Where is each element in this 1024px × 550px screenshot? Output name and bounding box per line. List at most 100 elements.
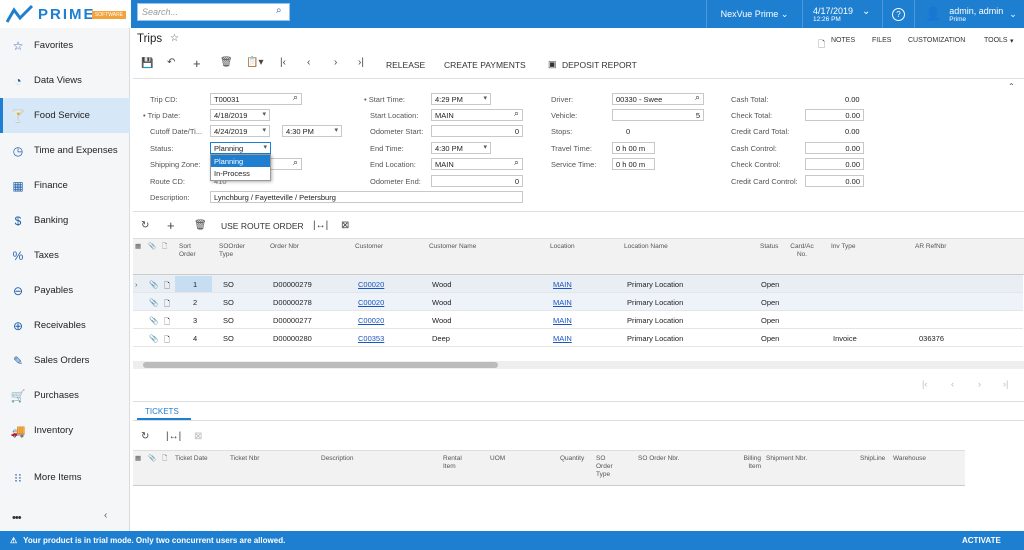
col-shipment-nbr[interactable]: Shipment Nbr. xyxy=(766,455,807,463)
col-location[interactable]: Location xyxy=(550,243,575,251)
cell-sort[interactable]: 1 xyxy=(175,276,212,292)
col-rental-item[interactable]: Rental Item xyxy=(443,455,465,471)
cell-sort[interactable]: 4 xyxy=(193,334,197,343)
attach-icon[interactable]: 📎 xyxy=(149,298,158,307)
previous-record-icon[interactable]: ‹ xyxy=(307,57,310,68)
user-menu[interactable]: 👤 admin, admin Prime ⌄ xyxy=(914,0,1024,28)
sidebar-item-purchases[interactable]: 🛒 Purchases xyxy=(0,378,130,413)
odometer-start-field[interactable]: 0 xyxy=(431,125,523,137)
files-button[interactable]: FILES xyxy=(872,37,891,44)
vehicle-field[interactable]: 5 xyxy=(612,109,704,121)
table-row[interactable]: 📎 🗋 4 SO D00000280 C00353 Deep MAIN Prim… xyxy=(133,329,1023,347)
pager-prev-icon[interactable]: ‹ xyxy=(951,379,954,389)
collapse-sidebar-icon[interactable]: ‹ xyxy=(104,510,107,521)
tools-button[interactable]: TOOLS xyxy=(984,37,1008,44)
cutoff-date-field[interactable]: 4/24/2019 xyxy=(210,125,270,137)
col-quantity[interactable]: Quantity xyxy=(560,455,584,463)
col-so-order-type[interactable]: SOOrder Type xyxy=(219,243,253,259)
driver-field[interactable]: 00330 - Swee xyxy=(612,93,704,105)
status-select[interactable]: Planning xyxy=(210,142,271,154)
end-location-field[interactable]: MAIN xyxy=(431,158,523,170)
sidebar-item-finance[interactable]: ▦ Finance xyxy=(0,168,130,203)
end-time-field[interactable]: 4:30 PM xyxy=(431,142,491,154)
deposit-report-button[interactable]: DEPOSIT REPORT xyxy=(562,60,637,70)
search-input[interactable]: Search... xyxy=(137,3,290,21)
col-order-nbr[interactable]: Order Nbr xyxy=(270,243,299,251)
col-warehouse[interactable]: Warehouse xyxy=(893,455,926,463)
last-record-icon[interactable]: ›| xyxy=(358,57,364,68)
sidebar-item-data-views[interactable]: ◔ Data Views xyxy=(0,63,130,98)
trip-cd-field[interactable]: T00031 xyxy=(210,93,302,105)
col-description[interactable]: Description xyxy=(321,455,354,463)
col-location-name[interactable]: Location Name xyxy=(624,243,668,251)
col-shipline[interactable]: ShipLine xyxy=(860,455,890,463)
collapse-form-icon[interactable]: ⌃ xyxy=(1008,82,1015,91)
tickets-row-menu-icon[interactable]: ▦ xyxy=(135,455,141,463)
sidebar-item-favorites[interactable]: ☆ Favorites xyxy=(0,28,130,63)
tab-tickets[interactable]: TICKETS xyxy=(145,407,179,416)
col-card-no[interactable]: Card/Ac No. xyxy=(786,243,818,259)
attach-icon[interactable]: 📎 xyxy=(149,316,158,325)
undo-icon[interactable]: ↶ xyxy=(167,57,175,68)
pager-last-icon[interactable]: ›| xyxy=(1003,379,1008,389)
col-customer[interactable]: Customer xyxy=(355,243,383,251)
company-selector[interactable]: NexVue Prime ⌄ xyxy=(706,0,802,28)
export-excel-icon[interactable]: ⊠ xyxy=(341,220,349,231)
attach-icon[interactable]: 📎 xyxy=(149,280,158,289)
logo[interactable]: PRIME SOFTWARE xyxy=(0,0,131,28)
row-menu-icon[interactable]: ▦ xyxy=(135,243,141,251)
description-field[interactable]: Lynchburg / Fayetteville / Petersburg xyxy=(210,191,523,203)
sidebar-item-food-service[interactable]: 🍸 Food Service xyxy=(0,98,130,133)
tickets-refresh-icon[interactable]: ↻ xyxy=(141,431,149,442)
col-uom[interactable]: UOM xyxy=(490,455,505,463)
create-payments-button[interactable]: CREATE PAYMENTS xyxy=(444,60,526,70)
table-row[interactable]: › 📎 🗋 1 SO D00000279 C00020 Wood MAIN Pr… xyxy=(133,275,1023,293)
status-option-planning[interactable]: Planning xyxy=(211,155,270,167)
check-control-field[interactable]: 0.00 xyxy=(805,158,864,170)
start-location-field[interactable]: MAIN xyxy=(431,109,523,121)
cell-customer-link[interactable]: C00020 xyxy=(358,298,384,307)
notes-button[interactable]: NOTES xyxy=(831,37,855,44)
delete-icon[interactable]: 🗑 xyxy=(220,57,233,68)
cell-customer-link[interactable]: C00020 xyxy=(358,316,384,325)
note-icon[interactable]: 🗋 xyxy=(164,316,170,329)
tickets-export-icon[interactable]: ⊠ xyxy=(194,431,202,442)
note-icon[interactable]: 🗋 xyxy=(164,298,170,311)
fit-columns-icon[interactable]: |↔| xyxy=(313,220,328,231)
scrollbar-thumb[interactable] xyxy=(143,362,498,368)
col-ticket-date[interactable]: Ticket Date xyxy=(175,455,208,463)
pager-first-icon[interactable]: |‹ xyxy=(922,379,927,389)
col-sort-order[interactable]: Sort Order xyxy=(179,243,209,259)
save-icon[interactable]: 💾 xyxy=(141,58,153,69)
customization-button[interactable]: CUSTOMIZATION xyxy=(908,37,965,44)
tickets-fit-columns-icon[interactable]: |↔| xyxy=(166,431,181,442)
sidebar-item-time-expenses[interactable]: ◷ Time and Expenses xyxy=(0,133,130,168)
sidebar-item-receivables[interactable]: ⊕ Receivables xyxy=(0,308,130,343)
sidebar-item-banking[interactable]: $ Banking xyxy=(0,203,130,238)
col-billing-item[interactable]: Billing Item xyxy=(737,455,761,471)
col-so-order-type-t[interactable]: SO Order Type xyxy=(596,455,618,479)
attach-icon[interactable]: 📎 xyxy=(149,334,158,343)
table-row[interactable]: 📎 🗋 2 SO D00000278 C00020 Wood MAIN Prim… xyxy=(133,293,1023,311)
horizontal-scrollbar[interactable] xyxy=(133,361,1024,369)
sidebar-item-sales-orders[interactable]: ✎ Sales Orders xyxy=(0,343,130,378)
search-icon[interactable]: ⌕ xyxy=(276,5,282,16)
sidebar-item-payables[interactable]: ⊖ Payables xyxy=(0,273,130,308)
table-row[interactable]: 📎 🗋 3 SO D00000277 C00020 Wood MAIN Prim… xyxy=(133,311,1023,329)
cell-customer-link[interactable]: C00353 xyxy=(358,334,384,343)
favorite-star-icon[interactable]: ☆ xyxy=(170,33,179,44)
col-so-order-nbr[interactable]: SO Order Nbr. xyxy=(638,455,680,463)
travel-time-field[interactable]: 0 h 00 m xyxy=(612,142,655,154)
cutoff-time-field[interactable]: 4:30 PM xyxy=(282,125,342,137)
pager-next-icon[interactable]: › xyxy=(978,379,981,389)
cell-location-link[interactable]: MAIN xyxy=(553,298,572,307)
release-button[interactable]: RELEASE xyxy=(386,60,425,70)
col-ticket-nbr[interactable]: Ticket Nbr xyxy=(230,455,259,463)
add-icon[interactable]: + xyxy=(193,56,201,71)
more-dots-icon[interactable]: ••• xyxy=(12,512,22,524)
note-icon[interactable]: 🗋 xyxy=(164,334,170,347)
cash-control-field[interactable]: 0.00 xyxy=(805,142,864,154)
help-button[interactable]: ? xyxy=(882,0,914,28)
service-time-field[interactable]: 0 h 00 m xyxy=(612,158,655,170)
add-row-icon[interactable]: + xyxy=(167,218,175,233)
